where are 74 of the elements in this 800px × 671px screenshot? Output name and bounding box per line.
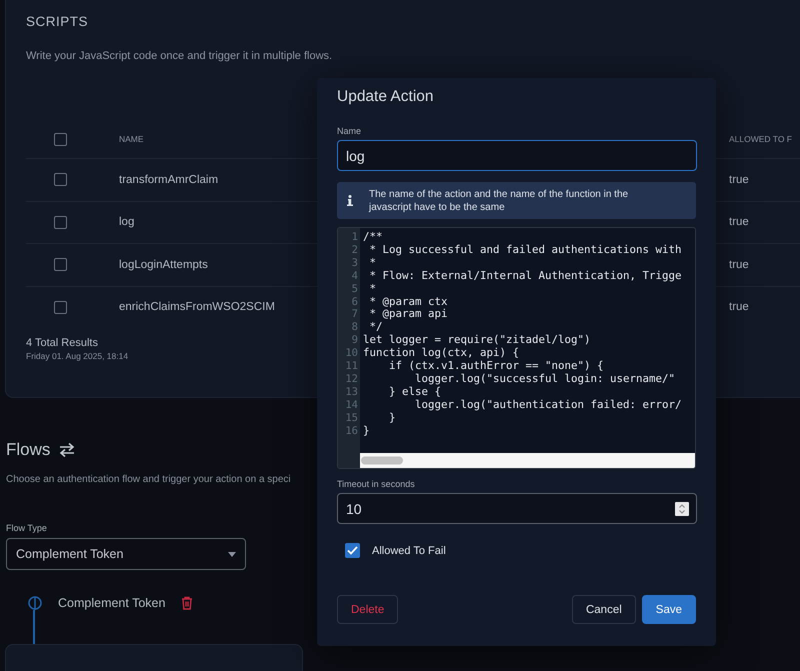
save-button[interactable]: Save [642, 595, 696, 624]
line-number: 13 [345, 386, 358, 399]
row-checkbox[interactable] [54, 216, 67, 229]
checkbox[interactable] [345, 543, 360, 558]
column-header[interactable]: ALLOWED TO F [729, 134, 792, 144]
table-cell: enrichClaimsFromWSO2SCIM [119, 301, 275, 314]
cancel-button[interactable]: Cancel [572, 595, 636, 624]
line-number: 8 [352, 321, 358, 334]
code-line: logger.log("successful login: username/" [414, 372, 676, 386]
code-editor[interactable] [337, 227, 696, 469]
line-number: 10 [345, 347, 358, 360]
flows-description: Choose an authentication flow and trigger your action on a speci [6, 474, 291, 485]
delete-icon[interactable] [181, 596, 194, 610]
column-header[interactable]: NAME [119, 134, 144, 144]
table-cell: transformAmrClaim [119, 174, 218, 186]
row-checkbox[interactable] [54, 258, 67, 272]
flow-type-select[interactable]: Complement Token [6, 538, 246, 570]
code-line: * [368, 256, 378, 270]
line-number: 1 [352, 231, 358, 244]
field-label: Flow Type [6, 523, 47, 533]
row-checkbox[interactable] [54, 173, 67, 186]
table-cell: true [729, 301, 749, 314]
line-number: 5 [352, 282, 358, 296]
line-number: 15 [345, 412, 358, 425]
timestamp: Friday 01. Aug 2025, 18:14 [26, 351, 128, 361]
table-cell: true [729, 258, 749, 271]
line-number: 7 [352, 308, 358, 322]
flow-step: Complement Token [58, 596, 166, 610]
field-label: Name [337, 126, 362, 136]
section-title: SCRIPTS [26, 14, 90, 29]
code-line: } else { [388, 386, 442, 399]
field-label: Timeout in seconds [337, 479, 415, 489]
code-line: */ [368, 321, 384, 334]
code-line: * @param ctx [368, 296, 449, 308]
code-line: } [363, 424, 371, 438]
code-line: } [388, 412, 397, 425]
line-number: 4 [352, 270, 358, 283]
table-cell: logLoginAttempts [119, 258, 208, 271]
line-number: 12 [345, 372, 358, 386]
line-number: 9 [352, 334, 358, 348]
line-number: 6 [352, 296, 358, 308]
line-number: 16 [345, 424, 358, 438]
section-description: Write your JavaScript code once and trigger it in multiple flows. [26, 50, 334, 62]
table-cell: true [729, 216, 749, 228]
table-cell: true [729, 174, 749, 186]
code-line: if (ctx.v1.authError == "none") { [388, 360, 605, 373]
checkbox-label: Allowed To Fail [372, 544, 446, 556]
code-line: let logger = require("zitadel/log") [363, 334, 592, 348]
line-number: 14 [345, 398, 358, 412]
info-text: The name of the action and the name of the function in the javascript have to be the same [369, 188, 630, 214]
delete-button[interactable]: Delete [337, 595, 398, 624]
line-number: 3 [352, 256, 358, 270]
row-checkbox[interactable] [54, 300, 67, 314]
dialog-title: Update Action [337, 88, 435, 106]
code-line: * [368, 282, 378, 296]
code-line: * @param api [368, 308, 449, 322]
info-icon [347, 195, 353, 206]
code-line: logger.log("authentication failed: error/ [414, 398, 683, 412]
scrollbar[interactable] [360, 453, 695, 468]
code-line: /** [363, 231, 384, 244]
dropdown-caret-icon [228, 552, 236, 556]
timeout-input[interactable]: 10 [337, 493, 697, 524]
swap-icon [58, 442, 76, 458]
total-results: 4 Total Results [26, 337, 98, 349]
code-line: * Flow: External/Internal Authentication, Trigge [368, 270, 683, 283]
code-line: * Log successful and failed authentications with [368, 244, 683, 257]
spinner-icon[interactable] [675, 502, 689, 516]
line-number: 11 [345, 360, 358, 373]
code-line: function log(ctx, api) { [363, 347, 520, 360]
select-all-checkbox[interactable] [54, 132, 67, 146]
flows-title: Flows [6, 440, 50, 460]
line-number: 2 [352, 244, 358, 257]
table-cell: log [119, 216, 134, 228]
name-input[interactable]: log [337, 140, 697, 171]
